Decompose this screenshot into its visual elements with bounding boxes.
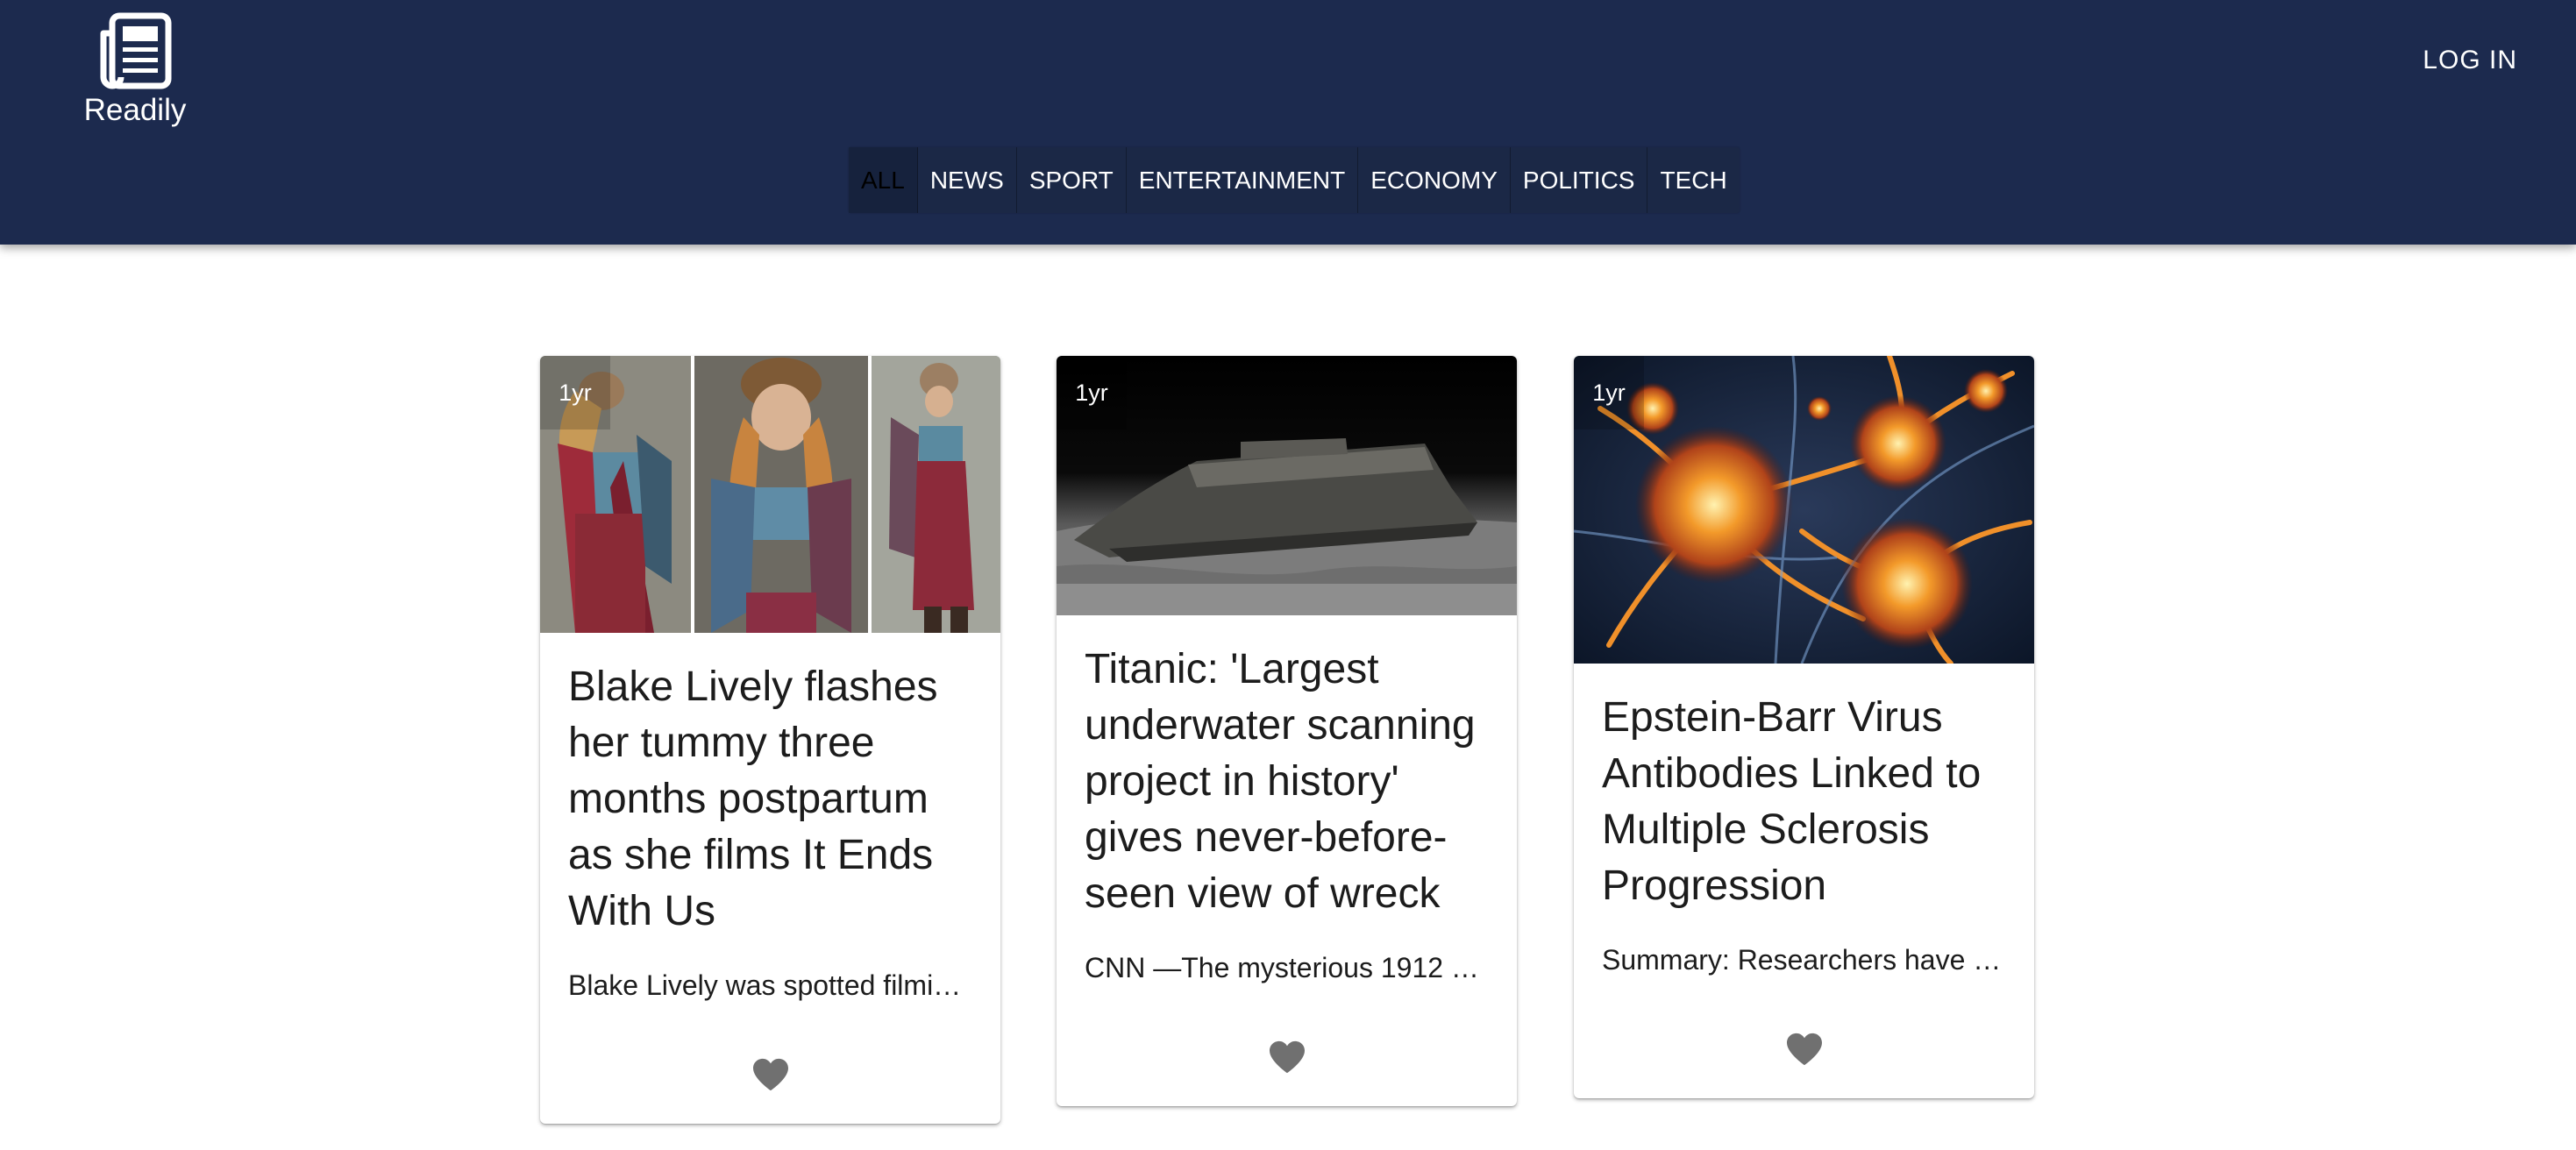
article-age: 1yr [540,356,610,429]
heart-icon [1269,1040,1305,1074]
top-bar: Readily LOG IN ALL NEWS SPORT ENTERTAINMENT… [0,0,2576,245]
tab-sport[interactable]: SPORT [1017,147,1127,213]
article-summary: Blake Lively was spotted filming on set … [568,969,972,1001]
article-age: 1yr [1057,356,1127,429]
article-card[interactable]: 1yr Epstein-Barr Virus Antibodies Linked… [1574,356,2034,1098]
article-age: 1yr [1574,356,1644,429]
tab-entertainment[interactable]: ENTERTAINMENT [1127,147,1359,213]
tab-all[interactable]: ALL [849,147,918,213]
article-title[interactable]: Titanic: 'Largest underwater scanning pr… [1085,642,1489,922]
article-card[interactable]: 1yr Blake Lively flashes her tummy three… [540,356,1000,1124]
tab-tech[interactable]: TECH [1647,147,1739,213]
brand-logo[interactable]: Readily [81,11,189,128]
favorite-button[interactable] [540,1003,1000,1124]
article-card[interactable]: 1yr Titanic: 'Largest underwater scannin… [1057,356,1517,1106]
article-image: 1yr [1057,356,1517,615]
brand-name: Readily [83,93,187,127]
tab-politics[interactable]: POLITICS [1511,147,1648,213]
article-image: 1yr [540,356,1000,633]
article-title[interactable]: Epstein-Barr Virus Antibodies Linked to … [1602,690,2006,914]
article-image: 1yr [1574,356,2034,664]
tab-economy[interactable]: ECONOMY [1358,147,1511,213]
newspaper-icon [100,12,172,89]
heart-icon [752,1058,788,1091]
heart-icon [1786,1033,1822,1066]
article-summary: CNN —The mysterious 1912 wreck of the Ti… [1085,952,1489,983]
favorite-button[interactable] [1057,985,1517,1106]
article-summary: Summary: Researchers have found a link [1602,944,2006,976]
tab-news[interactable]: NEWS [918,147,1017,213]
favorite-button[interactable] [1574,977,2034,1098]
article-title[interactable]: Blake Lively flashes her tummy three mon… [568,659,972,940]
login-button[interactable]: LOG IN [2423,46,2517,75]
category-tabs: ALL NEWS SPORT ENTERTAINMENT ECONOMY POLITICS… [849,147,1740,213]
